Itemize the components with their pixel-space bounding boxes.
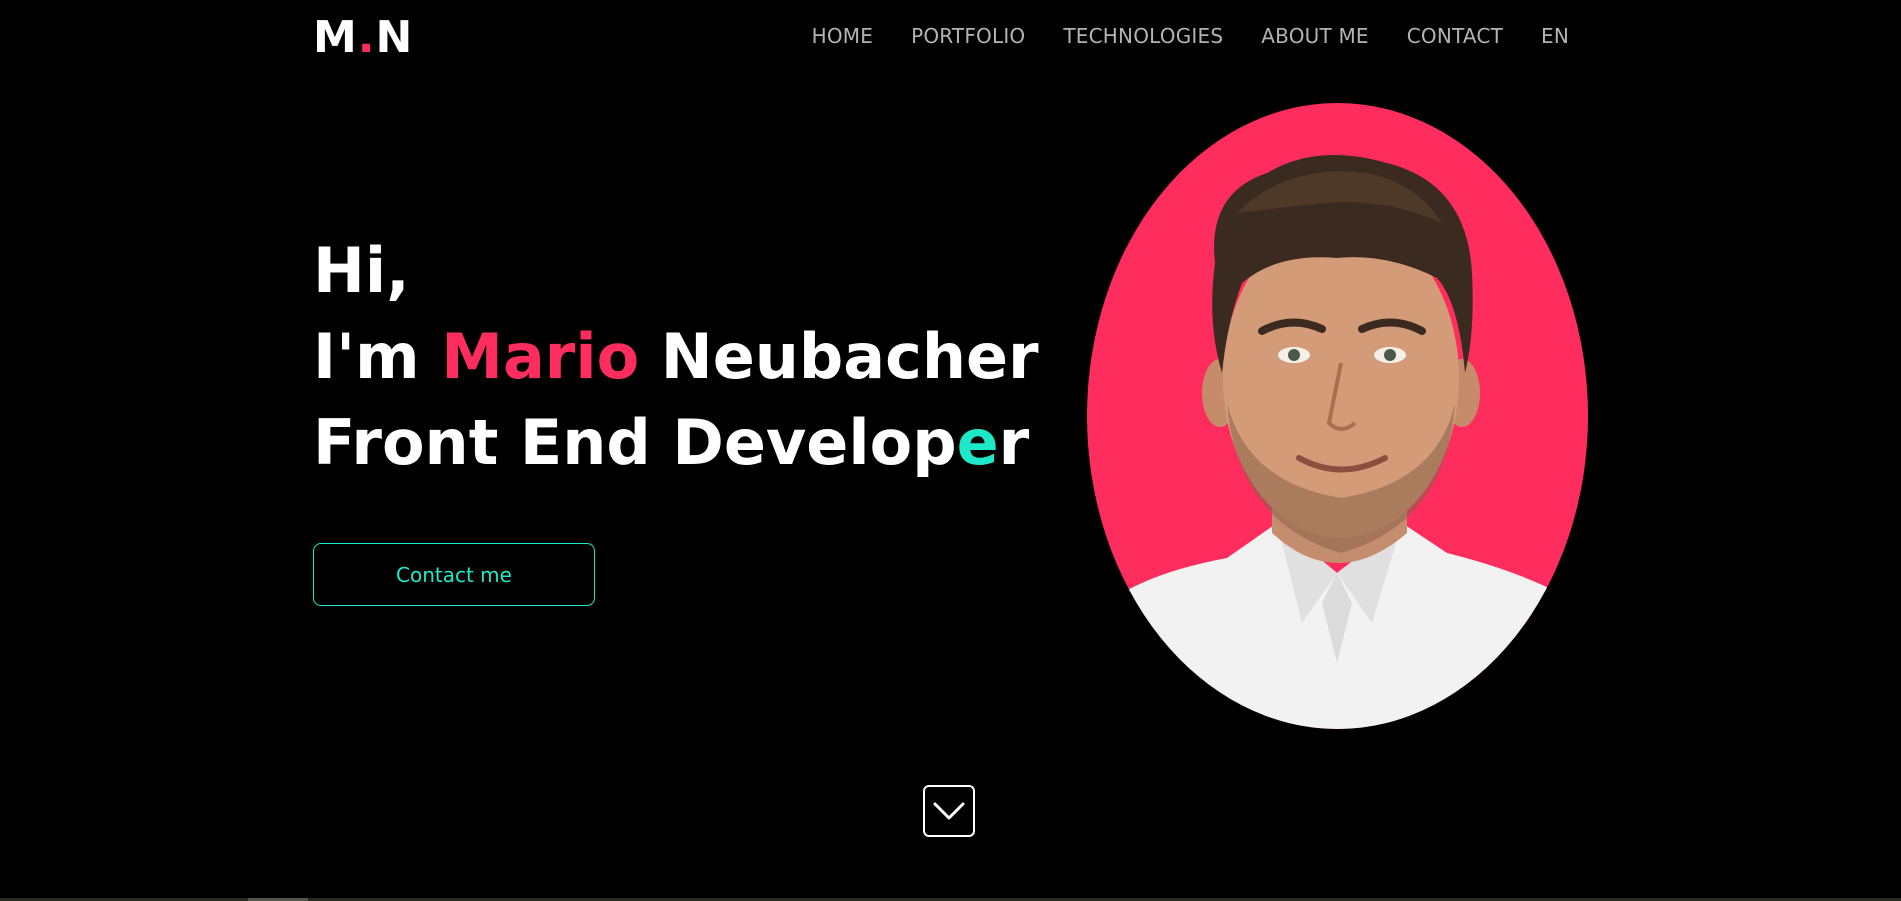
hero-last-name: Neubacher [639,320,1039,393]
language-switch[interactable]: EN [1541,20,1569,52]
logo-dot: . [357,12,376,63]
logo-letter-n: N [375,12,414,63]
hero-role-end: r [998,406,1030,479]
nav-contact[interactable]: CONTACT [1407,20,1503,52]
contact-me-button[interactable]: Contact me [313,543,595,606]
hero-name-line: I'm Mario Neubacher [313,314,1039,400]
hero-first-name: Mario [441,320,640,393]
hero-role-start: Front End Develop [313,406,957,479]
landing-page: M.N HOME PORTFOLIO TECHNOLOGIES ABOUT ME… [0,0,1901,901]
logo-letter-m: M [313,12,358,63]
hero-intro: I'm [313,320,442,393]
main-nav: HOME PORTFOLIO TECHNOLOGIES ABOUT ME CON… [812,20,1569,52]
nav-technologies[interactable]: TECHNOLOGIES [1063,20,1223,52]
nav-home[interactable]: HOME [812,20,873,52]
site-logo[interactable]: M.N [313,10,413,66]
chevron-down-icon [933,802,965,820]
hero-greeting: Hi, [313,234,410,307]
hero-role-accent: e [956,406,999,479]
profile-portrait [1087,103,1588,729]
nav-about-me[interactable]: ABOUT ME [1261,20,1369,52]
scroll-down-button[interactable] [923,785,975,837]
portrait-illustration [1087,155,1588,729]
hero-role-line: Front End Developer [313,400,1039,486]
hero-heading: Hi, I'm Mario Neubacher Front End Develo… [313,228,1039,486]
nav-portfolio[interactable]: PORTFOLIO [911,20,1025,52]
